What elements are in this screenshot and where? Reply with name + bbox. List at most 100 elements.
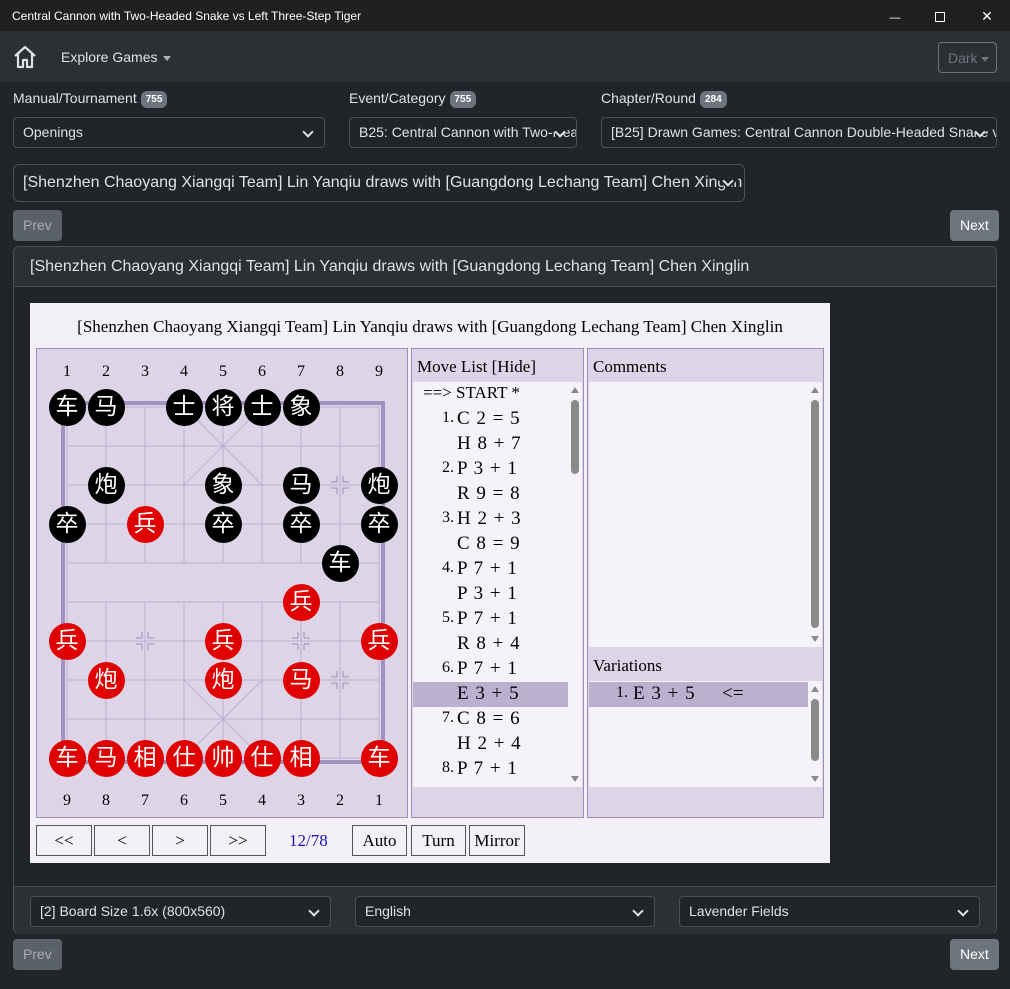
- close-icon[interactable]: ✕: [964, 0, 1010, 32]
- black-piece[interactable]: 马: [282, 466, 320, 504]
- xiangqi-board[interactable]: 123456789 车马士将士象炮象马炮卒兵卒卒卒车兵兵兵兵炮炮马车马相仕帅仕相…: [36, 348, 408, 818]
- variations-scrollbar[interactable]: [808, 681, 822, 787]
- red-piece[interactable]: 相: [282, 739, 320, 777]
- red-piece[interactable]: 相: [126, 739, 164, 777]
- red-piece[interactable]: 帅: [204, 739, 242, 777]
- scroll-thumb[interactable]: [811, 400, 819, 628]
- manual-count-badge: 755: [140, 91, 168, 108]
- red-piece[interactable]: 兵: [204, 622, 242, 660]
- move-item[interactable]: 4. P 7 + 1: [413, 557, 568, 582]
- prev-button-bottom[interactable]: Prev: [13, 939, 62, 970]
- language-select[interactable]: English: [355, 896, 655, 927]
- red-piece[interactable]: 仕: [243, 739, 281, 777]
- black-piece[interactable]: 将: [204, 388, 242, 426]
- comments-scrollbar[interactable]: [808, 382, 822, 647]
- move-item[interactable]: 1. C 2 = 5: [413, 407, 568, 432]
- scroll-thumb[interactable]: [571, 400, 579, 474]
- file-label: 7: [141, 792, 149, 809]
- maximize-icon[interactable]: [917, 0, 963, 32]
- move-item[interactable]: 6. P 7 + 1: [413, 657, 568, 682]
- comments-panel: Comments Variations 1. E 3 + 5 <=: [587, 348, 824, 818]
- scroll-up-icon[interactable]: [571, 387, 579, 393]
- black-piece[interactable]: 车: [321, 544, 359, 582]
- move-item[interactable]: C 8 = 9: [413, 532, 568, 557]
- file-label: 4: [258, 792, 266, 809]
- move-text: P 7 + 1: [457, 658, 518, 679]
- theme-select[interactable]: Lavender Fields: [679, 896, 980, 927]
- prev-move-button[interactable]: <: [94, 825, 150, 856]
- red-piece[interactable]: 兵: [282, 583, 320, 621]
- scroll-down-icon[interactable]: [811, 636, 819, 642]
- event-select[interactable]: B25: Central Cannon with Two-Headed Snak…: [349, 117, 577, 148]
- move-item[interactable]: R 8 + 4: [413, 632, 568, 657]
- black-piece[interactable]: 炮: [360, 466, 398, 504]
- home-icon[interactable]: [12, 44, 38, 70]
- minimize-icon[interactable]: —: [872, 0, 918, 32]
- red-piece[interactable]: 兵: [48, 622, 86, 660]
- black-piece[interactable]: 卒: [48, 505, 86, 543]
- black-piece[interactable]: 象: [204, 466, 242, 504]
- move-list-scrollbar[interactable]: [568, 382, 582, 787]
- black-piece[interactable]: 士: [165, 388, 203, 426]
- explore-games-dropdown[interactable]: Explore Games: [61, 49, 172, 65]
- black-piece[interactable]: 卒: [204, 505, 242, 543]
- black-piece[interactable]: 炮: [87, 466, 125, 504]
- game-select[interactable]: [Shenzhen Chaoyang Xiangqi Team] Lin Yan…: [13, 164, 745, 202]
- board-size-value: [2] Board Size 1.6x (800x560): [40, 903, 226, 919]
- explore-games-label: Explore Games: [61, 49, 158, 65]
- black-piece[interactable]: 士: [243, 388, 281, 426]
- next-button-bottom[interactable]: Next: [950, 939, 999, 970]
- move-item[interactable]: P 3 + 1: [413, 582, 568, 607]
- event-count-badge: 755: [449, 91, 477, 108]
- black-piece[interactable]: 车: [48, 388, 86, 426]
- move-item[interactable]: H 2 + 4: [413, 732, 568, 757]
- theme-toggle-button[interactable]: Dark: [938, 42, 997, 73]
- scroll-down-icon[interactable]: [571, 776, 579, 782]
- next-button-top[interactable]: Next: [950, 210, 999, 241]
- next-move-button[interactable]: >: [152, 825, 208, 856]
- red-piece[interactable]: 炮: [87, 661, 125, 699]
- red-piece[interactable]: 马: [282, 661, 320, 699]
- last-move-button[interactable]: >>: [210, 825, 266, 856]
- bottom-file-labels: 9 8 7 6 5 4 3 2 1: [37, 792, 409, 812]
- move-item[interactable]: 3. H 2 + 3: [413, 507, 568, 532]
- black-piece[interactable]: 卒: [360, 505, 398, 543]
- mirror-board-button[interactable]: Mirror: [469, 825, 525, 856]
- manual-select[interactable]: Openings: [13, 117, 325, 148]
- red-piece[interactable]: 车: [360, 739, 398, 777]
- move-item[interactable]: R 9 = 8: [413, 482, 568, 507]
- chapter-select[interactable]: [B25] Drawn Games: Central Cannon Double…: [601, 117, 997, 148]
- red-piece[interactable]: 炮: [204, 661, 242, 699]
- move-item[interactable]: 8. P 7 + 1: [413, 757, 568, 782]
- black-piece[interactable]: 卒: [282, 505, 320, 543]
- first-move-button[interactable]: <<: [36, 825, 92, 856]
- turn-board-button[interactable]: Turn: [411, 825, 466, 856]
- move-item[interactable]: E 3 + 5: [413, 682, 568, 707]
- comments-body[interactable]: [589, 382, 808, 647]
- scroll-down-icon[interactable]: [811, 776, 819, 782]
- move-item[interactable]: 5. P 7 + 1: [413, 607, 568, 632]
- red-piece[interactable]: 车: [48, 739, 86, 777]
- move-item[interactable]: H 8 + 7: [413, 432, 568, 457]
- red-piece[interactable]: 兵: [360, 622, 398, 660]
- window-title: Central Cannon with Two-Headed Snake vs …: [12, 9, 362, 23]
- scroll-up-icon[interactable]: [811, 387, 819, 393]
- auto-play-button[interactable]: Auto: [352, 825, 407, 856]
- move-list-title[interactable]: Move List [Hide]: [412, 349, 536, 382]
- scroll-thumb[interactable]: [811, 699, 819, 761]
- variation-item[interactable]: 1. E 3 + 5 <=: [589, 682, 808, 707]
- move-item[interactable]: ==> START *: [413, 382, 568, 407]
- move-number: 4.: [442, 559, 454, 576]
- red-piece[interactable]: 仕: [165, 739, 203, 777]
- chapter-label: Chapter/Round 284: [601, 90, 727, 108]
- red-piece[interactable]: 兵: [126, 505, 164, 543]
- move-item[interactable]: 7. C 8 = 6: [413, 707, 568, 732]
- prev-button-top[interactable]: Prev: [13, 210, 62, 241]
- scroll-up-icon[interactable]: [811, 686, 819, 692]
- board-size-select[interactable]: [2] Board Size 1.6x (800x560): [30, 896, 331, 927]
- red-piece[interactable]: 马: [87, 739, 125, 777]
- black-piece[interactable]: 象: [282, 388, 320, 426]
- move-item[interactable]: 2. P 3 + 1: [413, 457, 568, 482]
- move-text: H 2 + 3: [457, 508, 522, 529]
- black-piece[interactable]: 马: [87, 388, 125, 426]
